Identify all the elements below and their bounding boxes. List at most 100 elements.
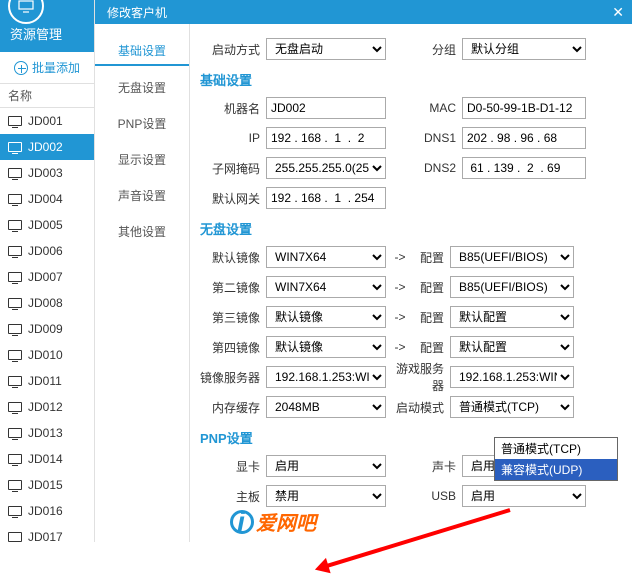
batch-add-button[interactable]: 批量添加 bbox=[0, 52, 94, 84]
default-image-select[interactable]: WIN7X64 bbox=[266, 246, 386, 268]
monitor-icon bbox=[8, 116, 22, 126]
settings-tabs: 基础设置无盘设置 PNP设置显示设置声音设置其他设置 bbox=[95, 24, 190, 542]
client-item[interactable]: JD015 bbox=[0, 472, 94, 498]
tab-5[interactable]: 其他设置 bbox=[95, 216, 189, 246]
cache-select[interactable]: 2048MB bbox=[266, 396, 386, 418]
monitor-icon bbox=[8, 376, 22, 386]
start-mode-select[interactable]: 普通模式(TCP) bbox=[450, 396, 574, 418]
client-name: JD007 bbox=[28, 270, 63, 284]
client-item[interactable]: JD002 bbox=[0, 134, 94, 160]
client-item[interactable]: JD003 bbox=[0, 160, 94, 186]
cfg4-select[interactable]: 默认配置 bbox=[450, 336, 574, 358]
arrow-label: -> bbox=[386, 340, 414, 354]
cfg3-select[interactable]: 默认配置 bbox=[450, 306, 574, 328]
image4-select[interactable]: 默认镜像 bbox=[266, 336, 386, 358]
ip-input[interactable] bbox=[266, 127, 386, 149]
tab-1[interactable]: 无盘设置 bbox=[95, 72, 189, 102]
client-item[interactable]: JD004 bbox=[0, 186, 94, 212]
monitor-icon bbox=[8, 246, 22, 256]
dns1-label: DNS1 bbox=[404, 131, 456, 145]
client-item[interactable]: JD005 bbox=[0, 212, 94, 238]
dns2-input[interactable] bbox=[462, 157, 586, 179]
client-item[interactable]: JD006 bbox=[0, 238, 94, 264]
client-item[interactable]: JD016 bbox=[0, 498, 94, 524]
image2-label: 第二镜像 bbox=[200, 279, 260, 296]
client-name: JD011 bbox=[28, 374, 62, 388]
client-item[interactable]: JD014 bbox=[0, 446, 94, 472]
client-name: JD003 bbox=[28, 166, 63, 180]
resource-title: 资源管理 bbox=[10, 24, 62, 43]
start-mode-dropdown[interactable]: 普通模式(TCP)兼容模式(UDP) bbox=[494, 437, 618, 481]
client-item[interactable]: JD010 bbox=[0, 342, 94, 368]
hostname-input[interactable] bbox=[266, 97, 386, 119]
watermark-icon: i bbox=[230, 510, 254, 534]
default-image-label: 默认镜像 bbox=[200, 249, 260, 266]
client-item[interactable]: JD007 bbox=[0, 264, 94, 290]
mobo-select[interactable]: 禁用 bbox=[266, 485, 386, 507]
start-mode-option[interactable]: 普通模式(TCP) bbox=[495, 438, 617, 459]
client-item[interactable]: JD011 bbox=[0, 368, 94, 394]
client-item[interactable]: JD001 bbox=[0, 108, 94, 134]
monitor-icon bbox=[8, 454, 22, 464]
monitor-icon bbox=[8, 350, 22, 360]
subnet-select[interactable]: 255.255.255.0(254 bbox=[266, 157, 386, 179]
cfg4-label: 配置 bbox=[414, 339, 444, 356]
gpu-select[interactable]: 启用 bbox=[266, 455, 386, 477]
dns1-input[interactable] bbox=[462, 127, 586, 149]
monitor-icon bbox=[8, 324, 22, 334]
monitor-icon bbox=[8, 142, 22, 152]
cfg1-select[interactable]: B85(UEFI/BIOS) bbox=[450, 246, 574, 268]
client-name: JD015 bbox=[28, 478, 63, 492]
client-item[interactable]: JD012 bbox=[0, 394, 94, 420]
cfg2-label: 配置 bbox=[414, 279, 444, 296]
dns2-label: DNS2 bbox=[404, 161, 456, 175]
tab-4[interactable]: 声音设置 bbox=[95, 180, 189, 210]
monitor-icon bbox=[8, 480, 22, 490]
client-name: JD017 bbox=[28, 530, 63, 542]
client-item[interactable]: JD017 bbox=[0, 524, 94, 542]
section-basic: 基础设置 bbox=[200, 70, 622, 89]
tab-0[interactable]: 基础设置 bbox=[95, 36, 189, 66]
usb-label: USB bbox=[404, 489, 456, 503]
arrow-label: -> bbox=[386, 250, 414, 264]
client-name: JD012 bbox=[28, 400, 63, 414]
client-name: JD009 bbox=[28, 322, 63, 336]
client-name: JD014 bbox=[28, 452, 63, 466]
image3-label: 第三镜像 bbox=[200, 309, 260, 326]
monitor-icon bbox=[8, 402, 22, 412]
monitor-icon bbox=[8, 428, 22, 438]
boot-mode-label: 启动方式 bbox=[200, 41, 260, 58]
window-title: 修改客户机 bbox=[107, 4, 167, 21]
image3-select[interactable]: 默认镜像 bbox=[266, 306, 386, 328]
image-server-select[interactable]: 192.168.1.253:WIN bbox=[266, 366, 386, 388]
hostname-label: 机器名 bbox=[200, 100, 260, 117]
close-icon[interactable]: ✕ bbox=[612, 4, 624, 21]
cache-label: 内存缓存 bbox=[200, 399, 260, 416]
sound-label: 声卡 bbox=[404, 458, 456, 475]
tab-3[interactable]: 显示设置 bbox=[95, 144, 189, 174]
client-name: JD008 bbox=[28, 296, 63, 310]
mobo-label: 主板 bbox=[200, 488, 260, 505]
name-column-header: 名称 bbox=[0, 84, 94, 108]
start-mode-option[interactable]: 兼容模式(UDP) bbox=[495, 459, 617, 480]
mac-input[interactable] bbox=[462, 97, 586, 119]
cfg1-label: 配置 bbox=[414, 249, 444, 266]
group-select[interactable]: 默认分组 bbox=[462, 38, 586, 60]
client-item[interactable]: JD013 bbox=[0, 420, 94, 446]
client-item[interactable]: JD009 bbox=[0, 316, 94, 342]
client-item[interactable]: JD008 bbox=[0, 290, 94, 316]
usb-select[interactable]: 启用 bbox=[462, 485, 586, 507]
boot-mode-select[interactable]: 无盘启动 bbox=[266, 38, 386, 60]
cfg2-select[interactable]: B85(UEFI/BIOS) bbox=[450, 276, 574, 298]
game-server-select[interactable]: 192.168.1.253:WIN bbox=[450, 366, 574, 388]
image2-select[interactable]: WIN7X64 bbox=[266, 276, 386, 298]
gateway-input[interactable] bbox=[266, 187, 386, 209]
start-mode-label: 启动模式 bbox=[392, 399, 444, 416]
watermark-text: 爱网吧 bbox=[256, 507, 316, 536]
monitor-icon bbox=[8, 506, 22, 516]
tab-2[interactable]: PNP设置 bbox=[95, 108, 189, 138]
subnet-label: 子网掩码 bbox=[200, 160, 260, 177]
monitor-icon bbox=[8, 194, 22, 204]
section-diskless: 无盘设置 bbox=[200, 219, 622, 238]
client-list[interactable]: JD001JD002 JD003 JD004JD005JD006 JD007 JD008… bbox=[0, 108, 94, 542]
